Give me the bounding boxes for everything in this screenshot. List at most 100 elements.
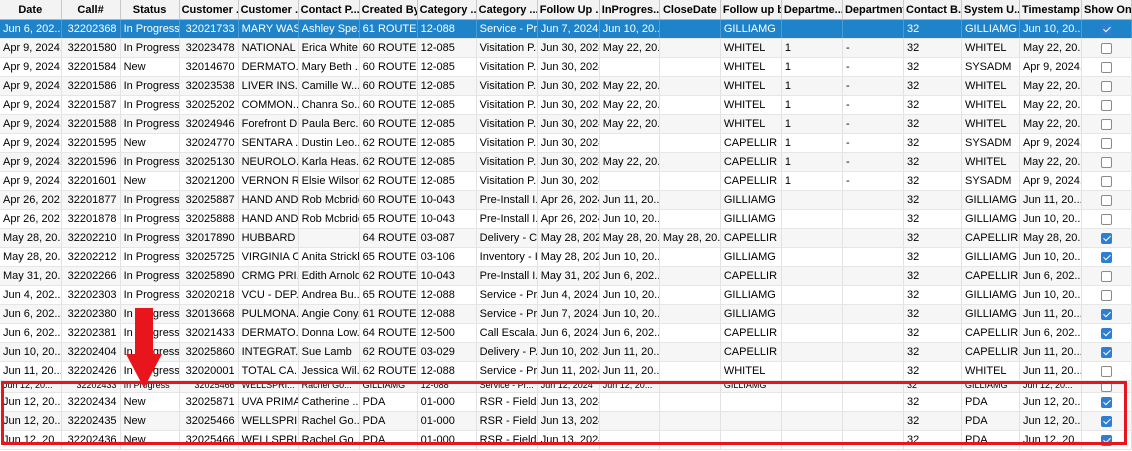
- table-row[interactable]: Jun 4, 202... 32202303 In Progress 32020218…: [0, 285, 1132, 305]
- column-header[interactable]: Departme...: [781, 0, 843, 20]
- table-cell: PULMONA...: [238, 304, 299, 324]
- show-on-checkbox[interactable]: [1101, 396, 1113, 408]
- table-cell: Jun 11, 20...: [1019, 304, 1083, 324]
- table-cell: Jun 10, 20...: [1019, 285, 1083, 305]
- column-header[interactable]: Date: [0, 0, 62, 20]
- table-cell: 62 ROUTE: [359, 171, 418, 191]
- table-cell: Jun 11, 20...: [599, 361, 660, 381]
- column-header[interactable]: Status: [120, 0, 180, 20]
- table-row[interactable]: Jun 6, 202... 32202368 In Progress 32021733…: [0, 19, 1132, 39]
- column-header[interactable]: Follow up by: [720, 0, 782, 20]
- show-on-checkbox[interactable]: [1101, 270, 1113, 282]
- call-grid: DateCall#StatusCustomer ...Customer ...C…: [0, 0, 1132, 451]
- table-cell: Jun 6, 202...: [0, 304, 62, 324]
- column-header[interactable]: Call#: [61, 0, 121, 20]
- table-cell: Jun 13, 2024: [537, 392, 600, 412]
- column-header[interactable]: Follow Up ...: [537, 0, 600, 20]
- column-header[interactable]: Category ...: [476, 0, 538, 20]
- column-header[interactable]: CloseDate: [659, 0, 721, 20]
- table-cell: [781, 190, 843, 210]
- table-row[interactable]: Apr 9, 2024...32201587In Progress3202520…: [0, 95, 1132, 115]
- table-cell: Jun 30, 2024: [537, 133, 600, 153]
- table-row[interactable]: Jun 12, 20... 32202434 New 32025871 UVA PRIM…: [0, 392, 1132, 412]
- table-row[interactable]: May 31, 20... 32202266 In Progress 32025890…: [0, 266, 1132, 286]
- show-on-checkbox[interactable]: [1101, 289, 1113, 301]
- show-on-cell: [1081, 380, 1132, 393]
- show-on-checkbox[interactable]: [1101, 251, 1113, 263]
- table-row[interactable]: Jun 12, 20... 32202433 In Progress 32025466…: [0, 380, 1132, 393]
- column-header[interactable]: Contact P...: [298, 0, 360, 20]
- column-header[interactable]: System U...: [961, 0, 1020, 20]
- table-cell: 1: [781, 114, 843, 134]
- column-header[interactable]: Category ...: [417, 0, 477, 20]
- table-row[interactable]: Jun 12, 20... 32202435 New 32025466 WELLSPRI…: [0, 411, 1132, 431]
- table-cell: 32023538: [179, 76, 239, 96]
- show-on-checkbox[interactable]: [1101, 308, 1113, 320]
- show-on-cell: [1081, 342, 1132, 362]
- table-cell: GILLIAMG: [961, 304, 1020, 324]
- table-cell: 03-106: [417, 247, 477, 267]
- table-cell: CRMG PRI...: [238, 266, 299, 286]
- column-header[interactable]: Department: [842, 0, 905, 20]
- table-cell: 12-085: [417, 57, 477, 77]
- show-on-checkbox[interactable]: [1101, 365, 1113, 377]
- table-row[interactable]: Apr 26, 202...32201877In Progress3202588…: [0, 190, 1132, 210]
- table-cell: Jun 6, 202...: [0, 19, 62, 39]
- table-cell: 32201584: [61, 57, 121, 77]
- column-header[interactable]: InProgres...: [599, 0, 660, 20]
- show-on-checkbox[interactable]: [1101, 213, 1113, 225]
- show-on-checkbox[interactable]: [1101, 99, 1113, 111]
- column-header[interactable]: Created By: [359, 0, 418, 20]
- table-row[interactable]: Jun 10, 20... 32202404 In Progress 32025860…: [0, 342, 1132, 362]
- show-on-checkbox[interactable]: [1101, 415, 1113, 427]
- table-row[interactable]: May 28, 20... 32202212 In Progress 32025725…: [0, 247, 1132, 267]
- show-on-checkbox[interactable]: [1101, 80, 1113, 92]
- table-body: Jun 6, 202... 32202368 In Progress 32021733…: [0, 19, 1132, 450]
- show-on-checkbox[interactable]: [1101, 381, 1113, 392]
- table-row[interactable]: Apr 9, 2024...32201584New32014670DERMATO…: [0, 57, 1132, 77]
- table-cell: Jun 13, 2024: [537, 430, 600, 450]
- show-on-checkbox[interactable]: [1101, 232, 1113, 244]
- column-header[interactable]: Timestamp: [1019, 0, 1083, 20]
- table-row[interactable]: Apr 9, 2024...32201601New32021200VERNON …: [0, 171, 1132, 191]
- show-on-checkbox[interactable]: [1101, 194, 1113, 206]
- table-cell: May 28, 20...: [659, 228, 721, 248]
- table-row[interactable]: Jun 11, 20... 32202426 In Progress 32020001…: [0, 361, 1132, 381]
- table-row[interactable]: Jun 12, 20... 32202436 New 32025466 WELLSPRI…: [0, 430, 1132, 450]
- show-on-checkbox[interactable]: [1101, 118, 1113, 130]
- show-on-checkbox[interactable]: [1101, 61, 1113, 73]
- table-cell: 32025860: [179, 342, 239, 362]
- column-header[interactable]: Show On ...: [1081, 0, 1132, 20]
- table-cell: Service - Pr...: [476, 361, 538, 381]
- table-cell: Ashley Spe...: [298, 19, 360, 39]
- table-cell: WELLSPRI...: [238, 380, 299, 393]
- table-cell: Service - Pr...: [476, 380, 538, 393]
- table-cell: 12-085: [417, 171, 477, 191]
- show-on-checkbox[interactable]: [1101, 175, 1113, 187]
- show-on-checkbox[interactable]: [1101, 23, 1113, 35]
- table-row[interactable]: Apr 9, 2024...32201586In Progress3202353…: [0, 76, 1132, 96]
- show-on-checkbox[interactable]: [1101, 137, 1113, 149]
- table-cell: In Progress: [120, 209, 180, 229]
- column-header[interactable]: Customer ...: [179, 0, 239, 20]
- show-on-checkbox[interactable]: [1101, 434, 1113, 446]
- table-row[interactable]: Jun 6, 202... 32202381 In Progress 32021433…: [0, 323, 1132, 343]
- show-on-checkbox[interactable]: [1101, 346, 1113, 358]
- table-cell: Apr 9, 2024...: [1019, 133, 1083, 153]
- table-cell: In Progress: [120, 228, 180, 248]
- table-row[interactable]: Apr 9, 2024...32201580In Progress3202347…: [0, 38, 1132, 58]
- table-cell: GILLIAMG: [720, 285, 782, 305]
- table-row[interactable]: Apr 9, 2024...32201595New32024770SENTARA…: [0, 133, 1132, 153]
- show-on-checkbox[interactable]: [1101, 42, 1113, 54]
- table-cell: CAPELLIR: [961, 342, 1020, 362]
- table-row[interactable]: Apr 9, 2024...32201596In Progress3202513…: [0, 152, 1132, 172]
- show-on-checkbox[interactable]: [1101, 156, 1113, 168]
- table-row[interactable]: May 28, 20... 32202210 In Progress 32017890…: [0, 228, 1132, 248]
- show-on-checkbox[interactable]: [1101, 327, 1113, 339]
- table-row[interactable]: Apr 26, 202...32201878In Progress3202588…: [0, 209, 1132, 229]
- column-header[interactable]: Contact B...: [903, 0, 962, 20]
- table-row[interactable]: Jun 6, 202... 32202380 In Progress 32013668…: [0, 304, 1132, 324]
- table-cell: GILLIAMG: [961, 380, 1020, 393]
- table-row[interactable]: Apr 9, 2024...32201588In Progress3202494…: [0, 114, 1132, 134]
- column-header[interactable]: Customer ...: [238, 0, 299, 20]
